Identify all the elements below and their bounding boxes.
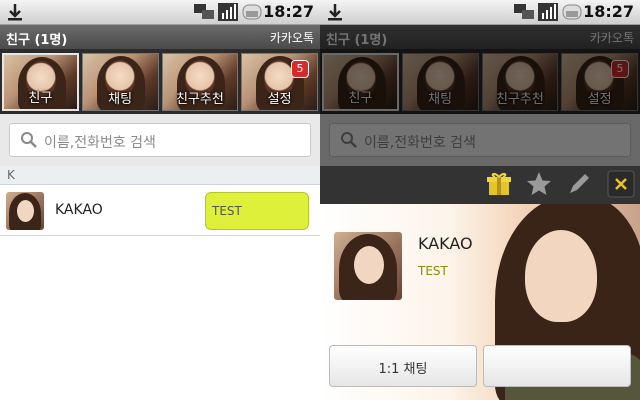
sync-icon — [194, 4, 214, 19]
one-on-one-chat-button[interactable]: 1:1 채팅 — [329, 345, 477, 387]
profile-name: KAKAO — [418, 234, 473, 253]
search-bar: 이름,전화번호 검색 — [0, 114, 320, 166]
list-item[interactable]: KAKAO TEST — [0, 186, 320, 236]
signal-icon — [538, 3, 558, 21]
download-icon — [8, 4, 22, 21]
sync-icon — [514, 4, 534, 19]
pencil-icon[interactable] — [564, 169, 594, 199]
tab-friends[interactable]: 친구 — [2, 53, 79, 111]
tab-label: 채팅 — [108, 92, 133, 107]
clock: 18:27 — [263, 2, 314, 21]
list-empty-area — [0, 237, 320, 400]
status-bar: 18:27 — [320, 0, 640, 25]
download-icon — [328, 4, 342, 21]
profile-card: KAKAO TEST 1:1 채팅 — [320, 204, 640, 400]
button-label: 1:1 채팅 — [378, 362, 428, 377]
clock: 18:27 — [583, 2, 634, 21]
notification-badge: 5 — [291, 60, 309, 78]
section-header: K — [0, 166, 320, 185]
friends-screen: 18:27 친구 (1명) 카카오톡 친구 채팅 친구추천 5 설정 이름,전화… — [0, 0, 320, 400]
close-icon[interactable] — [606, 169, 636, 199]
tab-strip: 친구 채팅 친구추천 5 설정 — [0, 49, 320, 114]
tab-label: 친구추천 — [175, 92, 224, 107]
battery-icon — [562, 4, 582, 20]
status-message-bubble: TEST — [205, 192, 309, 230]
tab-chat[interactable]: 채팅 — [81, 53, 159, 111]
signal-icon — [218, 3, 238, 21]
friend-profile-screen: 18:27 친구 (1명) 카카오톡 친구 채팅 친구추천 5 설정 — [320, 0, 640, 400]
profile-avatar[interactable] — [334, 232, 402, 300]
tab-settings[interactable]: 5 설정 — [241, 53, 318, 111]
status-message: TEST — [212, 204, 242, 218]
profile-status: TEST — [418, 264, 448, 278]
search-placeholder: 이름,전화번호 검색 — [44, 135, 156, 151]
app-name: 카카오톡 — [269, 31, 314, 45]
tab-label: 친구 — [28, 91, 53, 106]
search-icon — [21, 132, 37, 148]
star-icon[interactable] — [524, 169, 554, 199]
gift-icon[interactable] — [484, 169, 514, 199]
tab-label: 설정 — [267, 92, 292, 107]
battery-icon — [242, 4, 262, 20]
friend-name: KAKAO — [55, 202, 103, 218]
status-bar: 18:27 — [0, 0, 320, 25]
avatar[interactable] — [6, 192, 44, 230]
page-title: 친구 (1명) — [6, 33, 68, 48]
profile-toolbar — [320, 166, 640, 204]
title-bar: 친구 (1명) 카카오톡 — [0, 25, 320, 49]
search-input[interactable]: 이름,전화번호 검색 — [9, 123, 311, 157]
profile-action-button[interactable] — [483, 345, 631, 387]
section-letter: K — [7, 168, 15, 182]
tab-recommend[interactable]: 친구추천 — [161, 53, 239, 111]
